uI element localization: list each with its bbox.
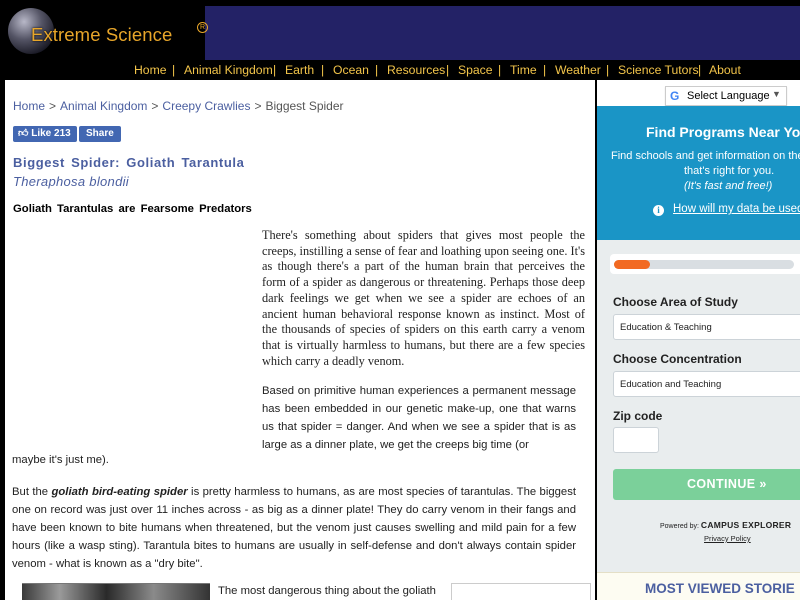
program-finder-description: Find schools and get information on the bbox=[611, 150, 800, 162]
goliath-bird-eating-spider-term: goliath bird-eating spider bbox=[51, 486, 188, 498]
progress-track bbox=[614, 260, 794, 269]
nav-separator: | bbox=[498, 63, 502, 77]
nav-weather[interactable]: Weather bbox=[555, 63, 601, 77]
nav-ocean[interactable]: Ocean bbox=[333, 63, 369, 77]
scientific-name: Theraphosa blondii bbox=[13, 174, 129, 189]
program-finder-title: Find Programs Near Yo bbox=[646, 124, 800, 140]
registered-mark: R bbox=[197, 22, 208, 33]
article-paragraph-2-end: maybe it's just me). bbox=[12, 454, 109, 466]
nav-separator: | bbox=[543, 63, 547, 77]
nav-resources[interactable]: Resources bbox=[387, 63, 445, 77]
progress-indicator bbox=[610, 254, 800, 274]
main-nav: Home | Animal Kingdom | Earth | Ocean | … bbox=[0, 62, 800, 80]
nav-earth[interactable]: Earth bbox=[285, 63, 314, 77]
language-select[interactable]: G Select Language ▼ bbox=[665, 86, 787, 106]
paragraph-text: But the bbox=[12, 486, 52, 498]
spider-photo bbox=[22, 583, 210, 600]
page-title: Biggest Spider: Goliath Tarantula bbox=[13, 155, 245, 170]
data-usage-link[interactable]: How will my data be used? bbox=[673, 203, 800, 215]
program-finder-note: (It's fast and free!) bbox=[684, 180, 773, 192]
nav-home[interactable]: Home bbox=[134, 63, 167, 77]
breadcrumb-animal-kingdom[interactable]: Animal Kingdom bbox=[60, 99, 147, 113]
breadcrumb-separator: > bbox=[254, 99, 262, 113]
nav-animal-kingdom[interactable]: Animal Kingdom bbox=[184, 63, 273, 77]
breadcrumb: Home > Animal Kingdom > Creepy Crawlies > Bigg… bbox=[13, 99, 344, 113]
breadcrumb-creepy-crawlies[interactable]: Creepy Crawlies bbox=[162, 99, 250, 113]
zip-code-label: Zip code bbox=[613, 409, 663, 423]
google-icon: G bbox=[670, 89, 680, 103]
concentration-label: Choose Concentration bbox=[613, 352, 742, 366]
article-paragraph-2: Based on primitive human experiences a p… bbox=[262, 385, 576, 452]
article-paragraph-3: But the goliath bird-eating spider is pr… bbox=[12, 483, 576, 573]
site-header: Extreme Science R bbox=[0, 0, 800, 62]
header-banner bbox=[205, 6, 800, 60]
site-logo-text[interactable]: Extreme Science bbox=[31, 24, 172, 46]
progress-fill bbox=[614, 260, 650, 269]
powered-by: Powered by: CAMPUS EXPLORER bbox=[660, 520, 791, 530]
campus-explorer-logo[interactable]: CAMPUS EXPLORER bbox=[701, 520, 791, 530]
continue-button[interactable]: CONTINUE » bbox=[613, 469, 800, 500]
article-paragraph-1: There's something about spiders that giv… bbox=[262, 228, 585, 368]
section-heading: Goliath Tarantulas are Fearsome Predator… bbox=[13, 203, 252, 215]
article-paragraph-4: The most dangerous thing about the golia… bbox=[218, 585, 436, 597]
sidebar: G Select Language ▼ Find Programs Near Y… bbox=[597, 80, 800, 600]
nav-science-tutors[interactable]: Science Tutors bbox=[618, 63, 699, 77]
nav-separator: | bbox=[375, 63, 379, 77]
privacy-policy-link[interactable]: Privacy Policy bbox=[704, 534, 751, 543]
most-viewed-box: MOST VIEWED STORIE bbox=[597, 572, 800, 600]
info-icon: i bbox=[653, 205, 664, 216]
nav-separator: | bbox=[606, 63, 610, 77]
nav-about[interactable]: About bbox=[709, 63, 741, 77]
breadcrumb-current: Biggest Spider bbox=[265, 99, 344, 113]
zip-code-input[interactable] bbox=[613, 427, 659, 453]
chevron-down-icon: ▼ bbox=[772, 89, 781, 99]
area-of-study-select[interactable]: Education & Teaching bbox=[613, 314, 800, 340]
most-viewed-title: MOST VIEWED STORIE bbox=[645, 581, 795, 596]
inline-ad-box bbox=[451, 583, 591, 600]
facebook-share-button[interactable]: Share bbox=[79, 126, 121, 142]
nav-separator: | bbox=[273, 63, 277, 77]
nav-separator: | bbox=[698, 63, 702, 77]
breadcrumb-separator: > bbox=[151, 99, 159, 113]
thumbs-up-icon: 👍︎ bbox=[18, 128, 29, 139]
nav-space[interactable]: Space bbox=[458, 63, 493, 77]
nav-separator: | bbox=[446, 63, 450, 77]
nav-separator: | bbox=[172, 63, 176, 77]
nav-separator: | bbox=[321, 63, 325, 77]
area-of-study-label: Choose Area of Study bbox=[613, 295, 738, 309]
concentration-select[interactable]: Education and Teaching bbox=[613, 371, 800, 397]
nav-time[interactable]: Time bbox=[510, 63, 537, 77]
breadcrumb-home[interactable]: Home bbox=[13, 99, 45, 113]
like-count-label: Like 213 bbox=[31, 128, 71, 139]
main-content: Home > Animal Kingdom > Creepy Crawlies > Bigg… bbox=[5, 80, 595, 600]
breadcrumb-separator: > bbox=[49, 99, 57, 113]
language-select-label: Select Language bbox=[687, 90, 770, 102]
powered-by-label: Powered by: bbox=[660, 523, 699, 530]
paragraph-text: is pretty harmless to humans, as are mos… bbox=[12, 486, 576, 571]
program-finder-description-2: that's right for you. bbox=[684, 165, 775, 177]
facebook-like-button[interactable]: 👍︎ Like 213 bbox=[13, 126, 77, 142]
